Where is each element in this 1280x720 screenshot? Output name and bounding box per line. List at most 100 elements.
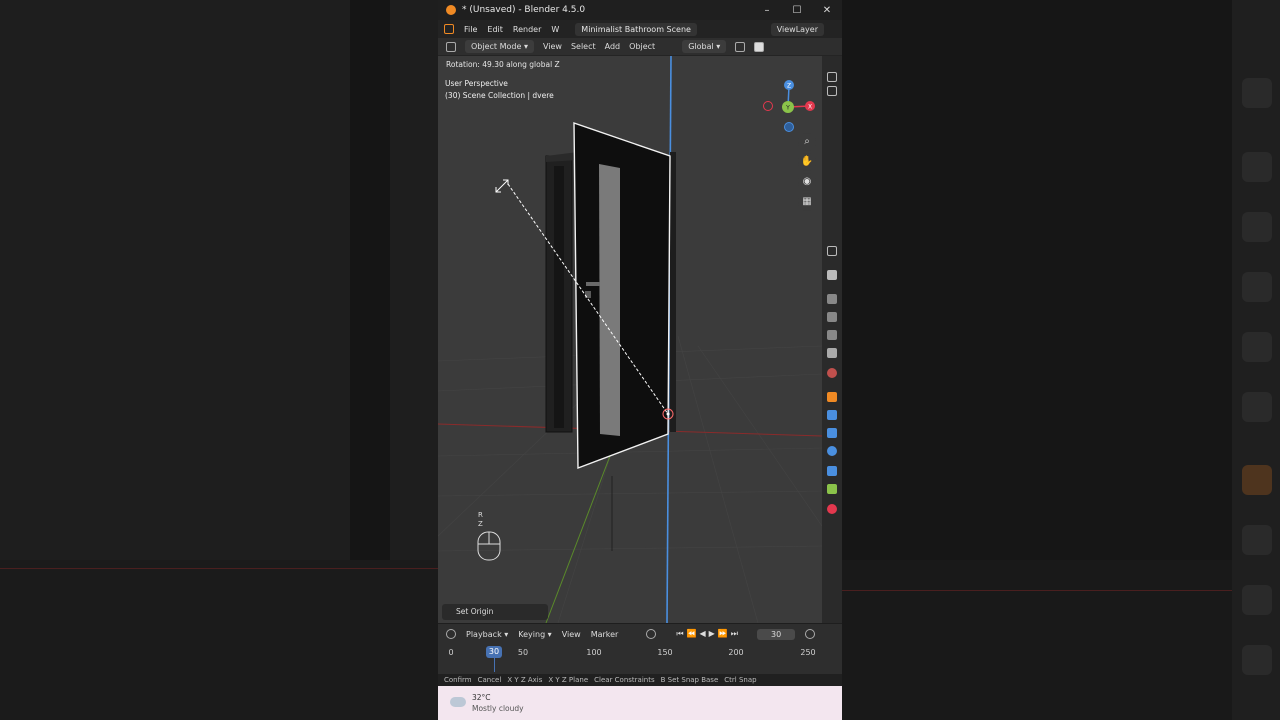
playhead-frame[interactable]: 30 xyxy=(486,646,502,658)
background-axis-line-right xyxy=(842,590,1232,591)
menu-edit[interactable]: Edit xyxy=(487,25,503,34)
taskbar: 32°C Mostly cloudy xyxy=(438,686,842,720)
current-frame-field[interactable]: 30 xyxy=(756,628,796,640)
tick-250: 250 xyxy=(800,648,816,657)
scene-properties-icon[interactable] xyxy=(827,348,837,358)
camera-icon-2[interactable] xyxy=(827,86,837,96)
camera-view-icon[interactable]: ◉ xyxy=(798,173,816,191)
view-layer-properties-icon[interactable] xyxy=(827,330,837,340)
playback-controls[interactable]: ⏮⏪◀▶⏩⏭ xyxy=(676,629,741,639)
transform-orientation-dropdown[interactable]: Global ▾ xyxy=(682,40,727,53)
minimize-button[interactable]: – xyxy=(752,5,782,16)
menu-add[interactable]: Add xyxy=(605,42,621,51)
status-clear-constraints: Clear Constraints xyxy=(594,676,655,684)
timeline-editor-type-icon[interactable] xyxy=(446,629,456,639)
render-properties-icon[interactable] xyxy=(827,294,837,304)
world-properties-icon[interactable] xyxy=(827,368,837,378)
mouse-icon xyxy=(477,531,501,561)
set-origin-label: Set Origin xyxy=(456,607,494,616)
menu-keying[interactable]: Keying ▾ xyxy=(518,630,551,639)
perspective-label: User Perspective xyxy=(445,79,508,88)
background-door-jamb xyxy=(350,0,390,585)
navigation-gizmo[interactable]: Z X Y xyxy=(763,80,816,132)
zoom-icon[interactable]: ⌕ xyxy=(798,133,816,151)
3d-viewport[interactable]: Z X Y R Z Rotation: 49.30 along global Z… xyxy=(438,56,822,623)
gizmo-neg-x-icon xyxy=(763,101,773,111)
set-origin-panel[interactable]: Set Origin xyxy=(442,604,548,620)
view-layer-name: ViewLayer xyxy=(776,24,818,34)
key-hint-r: R xyxy=(478,511,483,519)
menu-marker[interactable]: Marker xyxy=(591,630,619,639)
view-layer-icon xyxy=(1242,272,1272,302)
cloudy-weather-icon xyxy=(450,697,466,707)
camera-icon[interactable] xyxy=(827,72,837,82)
snap-icon[interactable] xyxy=(735,41,746,52)
tick-50: 50 xyxy=(517,648,529,657)
playback-label: Playback xyxy=(466,629,502,639)
status-axis: X Y Z Axis xyxy=(507,676,543,684)
tick-100: 100 xyxy=(586,648,602,657)
properties-collapse-icon[interactable] xyxy=(827,246,837,256)
y-axis-line xyxy=(545,455,611,623)
shading-solid-icon[interactable] xyxy=(754,41,765,52)
menu-render[interactable]: Render xyxy=(513,25,541,34)
particles-properties-icon[interactable] xyxy=(827,428,837,438)
gizmo-z-label: Z xyxy=(787,83,791,90)
menu-view[interactable]: View xyxy=(543,42,562,51)
object-properties-icon[interactable] xyxy=(827,392,837,402)
top-menu-bar: File Edit Render W Minimalist Bathroom S… xyxy=(438,20,842,38)
menu-timeline-view[interactable]: View xyxy=(562,630,581,639)
pan-hand-icon[interactable]: ✋ xyxy=(798,153,816,171)
view-layer-selector[interactable]: ViewLayer xyxy=(770,22,824,36)
blender-logo-icon xyxy=(446,5,456,15)
world-icon xyxy=(1242,392,1272,422)
perspective-toggle-icon[interactable]: ▦ xyxy=(798,193,816,211)
editor-type-icon[interactable] xyxy=(446,41,456,52)
scene-icon xyxy=(1242,332,1272,362)
auto-keying-icon[interactable] xyxy=(646,629,657,639)
constraints-properties-icon[interactable] xyxy=(827,466,837,476)
menu-window[interactable]: W xyxy=(551,25,559,34)
key-hint-z: Z xyxy=(478,520,483,528)
tick-200: 200 xyxy=(728,648,744,657)
gizmo-neg-z-icon xyxy=(784,122,794,132)
gizmo-x-label: X xyxy=(808,104,812,111)
scene-selector[interactable]: Minimalist Bathroom Scene xyxy=(575,22,697,36)
scene-name: Minimalist Bathroom Scene xyxy=(581,24,691,34)
status-plane: X Y Z Plane xyxy=(548,676,589,684)
menu-playback[interactable]: Playback ▾ xyxy=(466,630,508,639)
tick-0: 0 xyxy=(448,648,454,657)
tool-icon xyxy=(1242,78,1272,108)
physics-properties-icon[interactable] xyxy=(827,446,837,456)
weather-description[interactable]: Mostly cloudy xyxy=(472,704,524,713)
weather-temperature[interactable]: 32°C xyxy=(472,693,491,702)
playhead-line xyxy=(494,658,495,672)
menu-object[interactable]: Object xyxy=(629,42,655,51)
output-properties-icon[interactable] xyxy=(827,312,837,322)
status-confirm: Confirm xyxy=(444,676,472,684)
background-right xyxy=(842,0,1280,720)
maximize-button[interactable]: ☐ xyxy=(782,5,812,16)
orientation-label: Global xyxy=(688,42,714,51)
background-axis-line xyxy=(0,568,438,569)
render-icon xyxy=(1242,152,1272,182)
menu-select[interactable]: Select xyxy=(571,42,596,51)
blender-menu-icon[interactable] xyxy=(444,24,454,34)
pivot-center xyxy=(666,412,670,416)
view-info: User Perspective (30) Scene Collection |… xyxy=(445,78,554,102)
data-properties-icon[interactable] xyxy=(827,484,837,494)
material-properties-icon[interactable] xyxy=(827,504,837,514)
background-properties-panel xyxy=(1232,0,1280,720)
timeline-ruler[interactable]: 0 50 100 150 200 250 30 xyxy=(444,646,818,672)
tool-properties-icon[interactable] xyxy=(827,270,837,280)
door-lock xyxy=(585,291,591,298)
close-button[interactable]: ✕ xyxy=(812,5,842,16)
modifier-properties-icon[interactable] xyxy=(827,410,837,420)
blender-window: * (Unsaved) - Blender 4.5.0 – ☐ ✕ File E… xyxy=(438,0,842,720)
physics-icon xyxy=(1242,645,1272,675)
timeline-editor: Playback ▾ Keying ▾ View Marker ⏮⏪◀▶⏩⏭ 3… xyxy=(438,623,842,674)
object-mode-dropdown[interactable]: Object Mode ▾ xyxy=(465,40,534,53)
timer-icon[interactable] xyxy=(805,629,816,639)
background-floor-right xyxy=(842,560,1280,720)
menu-file[interactable]: File xyxy=(464,25,477,34)
